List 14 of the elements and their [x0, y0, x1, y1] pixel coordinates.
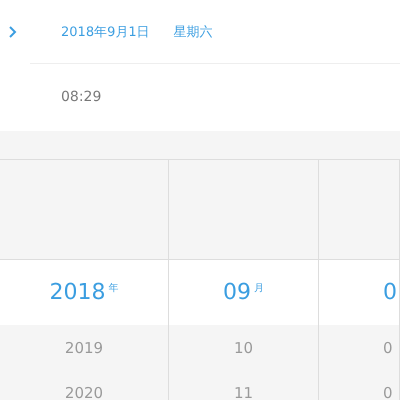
picker-option[interactable]: 2019: [0, 325, 168, 370]
picker-option[interactable]: 0: [319, 370, 399, 400]
picker-option[interactable]: 0: [319, 325, 399, 370]
time-text: 08:29: [61, 89, 102, 105]
picker-option[interactable]: 11: [169, 370, 318, 400]
date-text: 2018年9月1日: [61, 24, 150, 40]
picker-selected-value[interactable]: 2018$^{年}$: [50, 280, 118, 305]
picker-option[interactable]: 2020: [0, 370, 168, 400]
chevron-right-icon[interactable]: [8, 24, 17, 38]
date-picker[interactable]: 2018$^{年}$ 2019 2020 09$^{月}$ 10 11 0 0 0: [0, 159, 400, 400]
picker-selected-value[interactable]: 0: [383, 280, 397, 305]
picker-option[interactable]: 10: [169, 325, 318, 370]
weekday-text: 星期六: [174, 24, 213, 40]
picker-selected-value[interactable]: 09$^{月}$: [223, 280, 264, 305]
